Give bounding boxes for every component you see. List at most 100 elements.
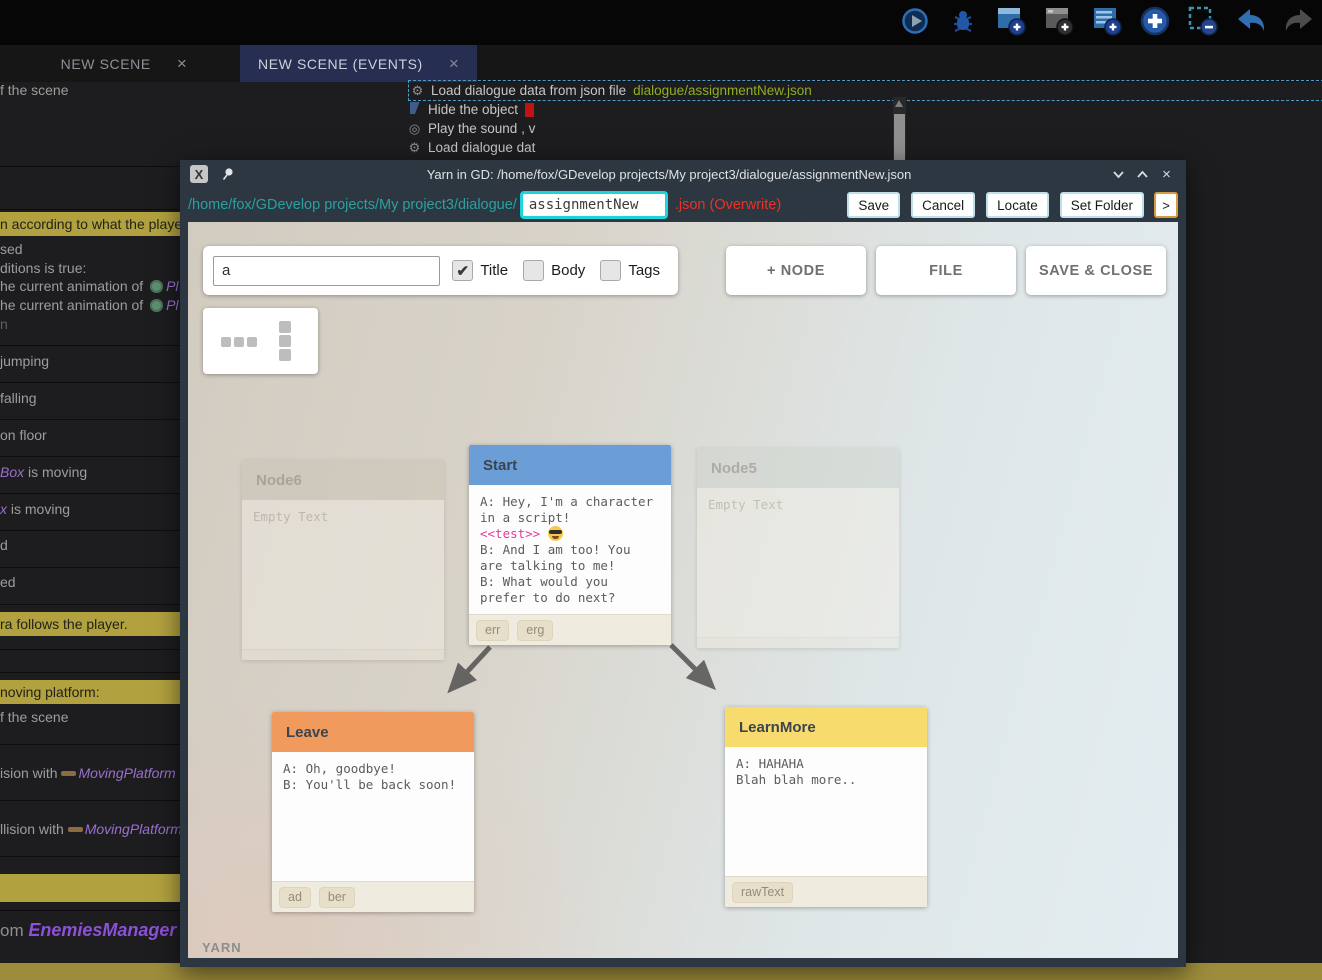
event-row[interactable]: falling [0, 390, 37, 407]
node-body[interactable]: Empty Text [697, 488, 899, 637]
event-row[interactable]: he current animation of Pl [0, 297, 179, 314]
event-action-row[interactable]: ◎Play the sound , v [408, 119, 535, 138]
node-body[interactable]: A: Oh, goodbye!B: You'll be back soon! [272, 752, 474, 881]
comment-event-row[interactable]: ra follows the player. [0, 612, 181, 636]
pin-icon[interactable] [221, 167, 235, 181]
set-folder-button[interactable]: Set Folder [1060, 192, 1144, 218]
yarn-canvas[interactable]: ✔TitleBodyTags + NODEFILESAVE & CLOSE No… [188, 222, 1178, 958]
event-row[interactable]: ed [0, 574, 16, 591]
redo-icon[interactable] [1282, 4, 1316, 38]
tag-chip[interactable]: erg [517, 620, 553, 641]
yarn-node-node5[interactable]: Node5Empty Text [697, 448, 899, 648]
undo-icon[interactable] [1234, 4, 1268, 38]
json-file-link[interactable]: dialogue/assignmentNew.json [633, 83, 812, 98]
event-text: ra follows the player. [0, 616, 128, 633]
checkbox-title[interactable]: ✔ [452, 260, 473, 281]
event-text: EnemiesManager [28, 920, 176, 940]
yarn-node-leave[interactable]: LeaveA: Oh, goodbye!B: You'll be back so… [272, 712, 474, 912]
yarn-node-start[interactable]: StartA: Hey, I'm a characterin a script!… [469, 445, 671, 645]
locate-button[interactable]: Locate [986, 192, 1049, 218]
add-scene-icon[interactable] [994, 4, 1028, 38]
event-row[interactable]: d [0, 537, 8, 554]
event-row[interactable]: ision with MovingPlatform [0, 765, 176, 782]
event-text: ision with [0, 765, 61, 781]
node-title-bar[interactable]: LearnMore [725, 707, 927, 747]
cancel-button[interactable]: Cancel [911, 192, 975, 218]
node-body-line: B: And I am too! You [480, 542, 660, 558]
action-text: Play the sound , v [428, 121, 535, 136]
node-footer [697, 637, 899, 648]
tab-close-icon[interactable]: × [177, 55, 188, 72]
node-text: in a script! [480, 510, 570, 525]
toolbar-icons [898, 4, 1316, 38]
checkbox-body[interactable] [523, 260, 544, 281]
tab-new-scene[interactable]: NEW SCENE× [8, 45, 240, 82]
yarn-node-node6[interactable]: Node6Empty Text [242, 460, 444, 660]
event-row[interactable]: llision with MovingPlatform [0, 821, 181, 838]
dialog-titlebar[interactable]: X Yarn in GD: /home/fox/GDevelop project… [180, 160, 1186, 188]
yarn-node-learnmore[interactable]: LearnMoreA: HAHAHABlah blah more.. rawTex… [725, 707, 927, 907]
tab-new-scene-events-[interactable]: NEW SCENE (EVENTS)× [240, 45, 477, 82]
node-text: B: What would you [480, 574, 608, 589]
comment-event-row[interactable]: n according to what the playe [0, 212, 181, 236]
event-text: n according to what the playe [0, 216, 181, 233]
node-body-line: A: Oh, goodbye! [283, 761, 463, 777]
comment-event-row[interactable]: noving platform: [0, 680, 181, 704]
canvas-mini-widget[interactable] [203, 308, 318, 374]
event-row[interactable]: om EnemiesManager [0, 922, 176, 940]
tag-chip[interactable]: ad [279, 887, 311, 908]
node-title-bar[interactable]: Node6 [242, 460, 444, 500]
tag-chip[interactable]: rawText [732, 882, 793, 903]
tag-chip[interactable]: err [476, 620, 509, 641]
node-text: <<test>> [480, 526, 540, 541]
node-footer: adber [272, 881, 474, 912]
tag-chip[interactable]: ber [319, 887, 355, 908]
add-external-events-icon[interactable] [1042, 4, 1076, 38]
close-icon[interactable]: × [1159, 167, 1174, 182]
events-scrollbar[interactable] [893, 97, 906, 160]
checkbox-tags[interactable] [600, 260, 621, 281]
event-row-divider [0, 382, 181, 383]
minimize-icon[interactable] [1111, 167, 1126, 182]
more-options-button[interactable]: > [1154, 192, 1178, 218]
node-body[interactable]: Empty Text [242, 500, 444, 649]
comment-event-row[interactable] [0, 874, 181, 902]
node-title-bar[interactable]: Leave [272, 712, 474, 752]
filename-input[interactable] [520, 191, 668, 219]
event-action-row[interactable]: ⚙Load dialogue dat [408, 138, 535, 157]
screen: NEW SCENE×NEW SCENE (EVENTS)× f the scen… [0, 0, 1322, 980]
save-button[interactable]: Save [847, 192, 900, 218]
event-row[interactable]: sed [0, 241, 23, 258]
play-icon[interactable] [898, 4, 932, 38]
node-body[interactable]: A: Hey, I'm a characterin a script!<<tes… [469, 485, 671, 614]
debug-icon[interactable] [946, 4, 980, 38]
object-badge-icon [150, 299, 163, 312]
node-body-line: B: What would you [480, 574, 660, 590]
remove-selection-icon[interactable] [1186, 4, 1220, 38]
tab-close-icon[interactable]: × [449, 55, 460, 72]
node-search-input[interactable] [213, 256, 440, 286]
node-title-bar[interactable]: Node5 [697, 448, 899, 488]
event-row[interactable]: jumping [0, 353, 49, 370]
event-text: f the scene [0, 82, 69, 98]
-node-button[interactable]: + NODE [726, 246, 866, 295]
event-row[interactable]: he current animation of Pl [0, 278, 179, 295]
event-row[interactable]: f the scene [0, 82, 69, 99]
save-close-button[interactable]: SAVE & CLOSE [1026, 246, 1166, 295]
add-object-icon[interactable] [1138, 4, 1172, 38]
scrollbar-thumb[interactable] [894, 114, 905, 160]
event-row[interactable]: n [0, 316, 8, 333]
add-external-layout-icon[interactable] [1090, 4, 1124, 38]
event-row[interactable]: on floor [0, 427, 47, 444]
node-body[interactable]: A: HAHAHABlah blah more.. [725, 747, 927, 876]
event-row[interactable]: Box is moving [0, 464, 87, 481]
event-row[interactable]: x is moving [0, 501, 70, 518]
event-action-row[interactable]: Hide the object [408, 100, 534, 119]
event-row[interactable]: ditions is true: [0, 260, 86, 277]
node-title-bar[interactable]: Start [469, 445, 671, 485]
event-row[interactable]: f the scene [0, 709, 69, 726]
scrollbar-up-icon[interactable] [895, 100, 903, 107]
file-button[interactable]: FILE [876, 246, 1016, 295]
restore-icon[interactable] [1135, 167, 1150, 182]
event-action-row[interactable]: ⚙Load dialogue data from json file dialo… [408, 80, 1322, 101]
